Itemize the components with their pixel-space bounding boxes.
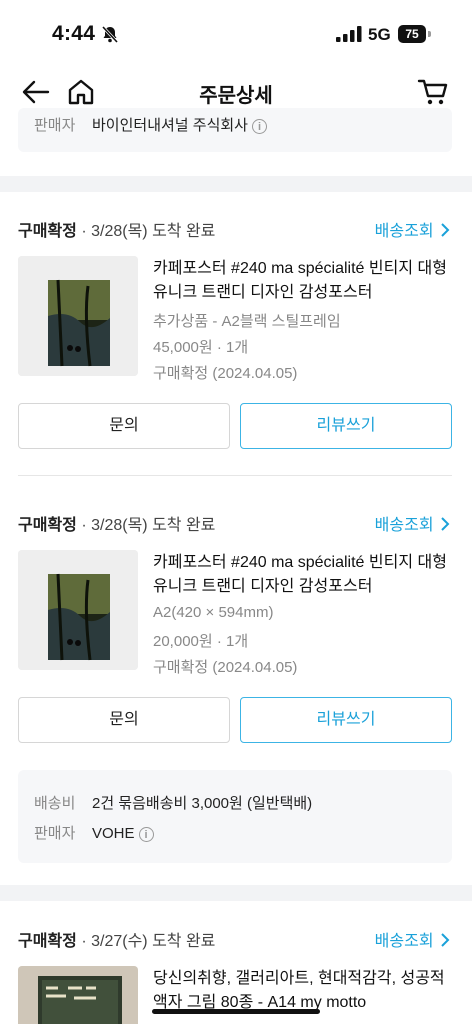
order-divider (18, 475, 452, 476)
chevron-right-icon (441, 933, 450, 947)
arrival-info: · 3/27(수) 도착 완료 (76, 933, 216, 950)
product-name[interactable]: 카페포스터 #240 ma spécialité 빈티지 대형 유니크 트랜디 … (153, 551, 453, 599)
section-divider (0, 885, 472, 901)
confirm-date: 구매확정 (2024.04.05) (153, 659, 298, 676)
product-thumbnail[interactable] (18, 966, 138, 1024)
track-delivery-label: 배송조회 (374, 517, 434, 534)
page-title: 주문상세 (199, 85, 273, 107)
seller-label: 판매자 (34, 117, 76, 134)
arrival-info: · 3/28(목) 도착 완료 (76, 223, 216, 240)
product-name[interactable]: 당신의취향, 갤러리아트, 현대적감각, 성공적액자 그림 80종 - A14 … (153, 967, 453, 1015)
shipping-fee-row: 배송비 2건 묶음배송비 3,000원 (일반택배) (34, 792, 312, 813)
product-option: A2(420 × 594mm) (153, 604, 274, 621)
track-delivery-link[interactable]: 배송조회 (375, 217, 450, 241)
section-divider (0, 176, 472, 192)
order-status-header: 구매확정 · 3/27(수) 도착 완료 (18, 927, 215, 951)
price-quantity: 20,000원 · 1개 (153, 633, 249, 650)
product-thumbnail[interactable] (18, 550, 138, 670)
inquiry-button[interactable]: 문의 (18, 697, 230, 743)
seller-label: 판매자 (34, 825, 76, 842)
product-option: 추가상품 - A2블랙 스틸프레임 (153, 313, 341, 330)
seller-value: 바이인터내셔널 주식회사 (92, 117, 248, 134)
order-status: 구매확정 (18, 223, 77, 240)
art-print-image (18, 966, 138, 1024)
shipping-fee-value: 2건 묶음배송비 3,000원 (일반택배) (92, 795, 313, 812)
order-status: 구매확정 (18, 933, 77, 950)
inquiry-button[interactable]: 문의 (18, 403, 230, 449)
signal-icon (336, 26, 362, 47)
shipping-fee-label: 배송비 (34, 795, 76, 812)
write-review-button[interactable]: 리뷰쓰기 (240, 403, 452, 449)
order-status: 구매확정 (18, 517, 77, 534)
poster-image (18, 550, 138, 670)
track-delivery-link[interactable]: 배송조회 (375, 511, 450, 535)
seller-info-card: 판매자 바이인터내셔널 주식회사 i (18, 108, 452, 152)
product-thumbnail[interactable] (18, 256, 138, 376)
track-delivery-label: 배송조회 (374, 223, 434, 240)
battery-tip (428, 31, 431, 37)
network-type: 5G (368, 25, 391, 44)
shipping-info-box: 배송비 2건 묶음배송비 3,000원 (일반택배) 판매자 VOHE i (18, 770, 452, 863)
track-delivery-link[interactable]: 배송조회 (375, 927, 450, 951)
poster-image (18, 256, 138, 376)
track-delivery-label: 배송조회 (374, 933, 434, 950)
chevron-right-icon (441, 517, 450, 531)
silent-bell-icon (100, 24, 120, 49)
price-quantity: 45,000원 · 1개 (153, 339, 249, 356)
home-indicator (152, 1009, 320, 1014)
seller-row: 판매자 VOHE i (34, 822, 154, 843)
info-icon[interactable]: i (251, 118, 267, 134)
arrival-info: · 3/28(목) 도착 완료 (76, 517, 216, 534)
seller-row: 판매자 바이인터내셔널 주식회사 i (34, 114, 267, 135)
status-time: 4:44 (52, 22, 96, 45)
info-icon[interactable]: i (138, 826, 154, 842)
order-status-header: 구매확정 · 3/28(목) 도착 완료 (18, 217, 215, 241)
product-name[interactable]: 카페포스터 #240 ma spécialité 빈티지 대형 유니크 트랜디 … (153, 257, 453, 305)
status-bar: 4:44 5G 75 (0, 0, 472, 70)
order-status-header: 구매확정 · 3/28(목) 도착 완료 (18, 511, 215, 535)
confirm-date: 구매확정 (2024.04.05) (153, 365, 298, 382)
seller-value: VOHE (92, 825, 135, 842)
write-review-button[interactable]: 리뷰쓰기 (240, 697, 452, 743)
chevron-right-icon (441, 223, 450, 237)
battery-icon: 75 (398, 25, 426, 43)
